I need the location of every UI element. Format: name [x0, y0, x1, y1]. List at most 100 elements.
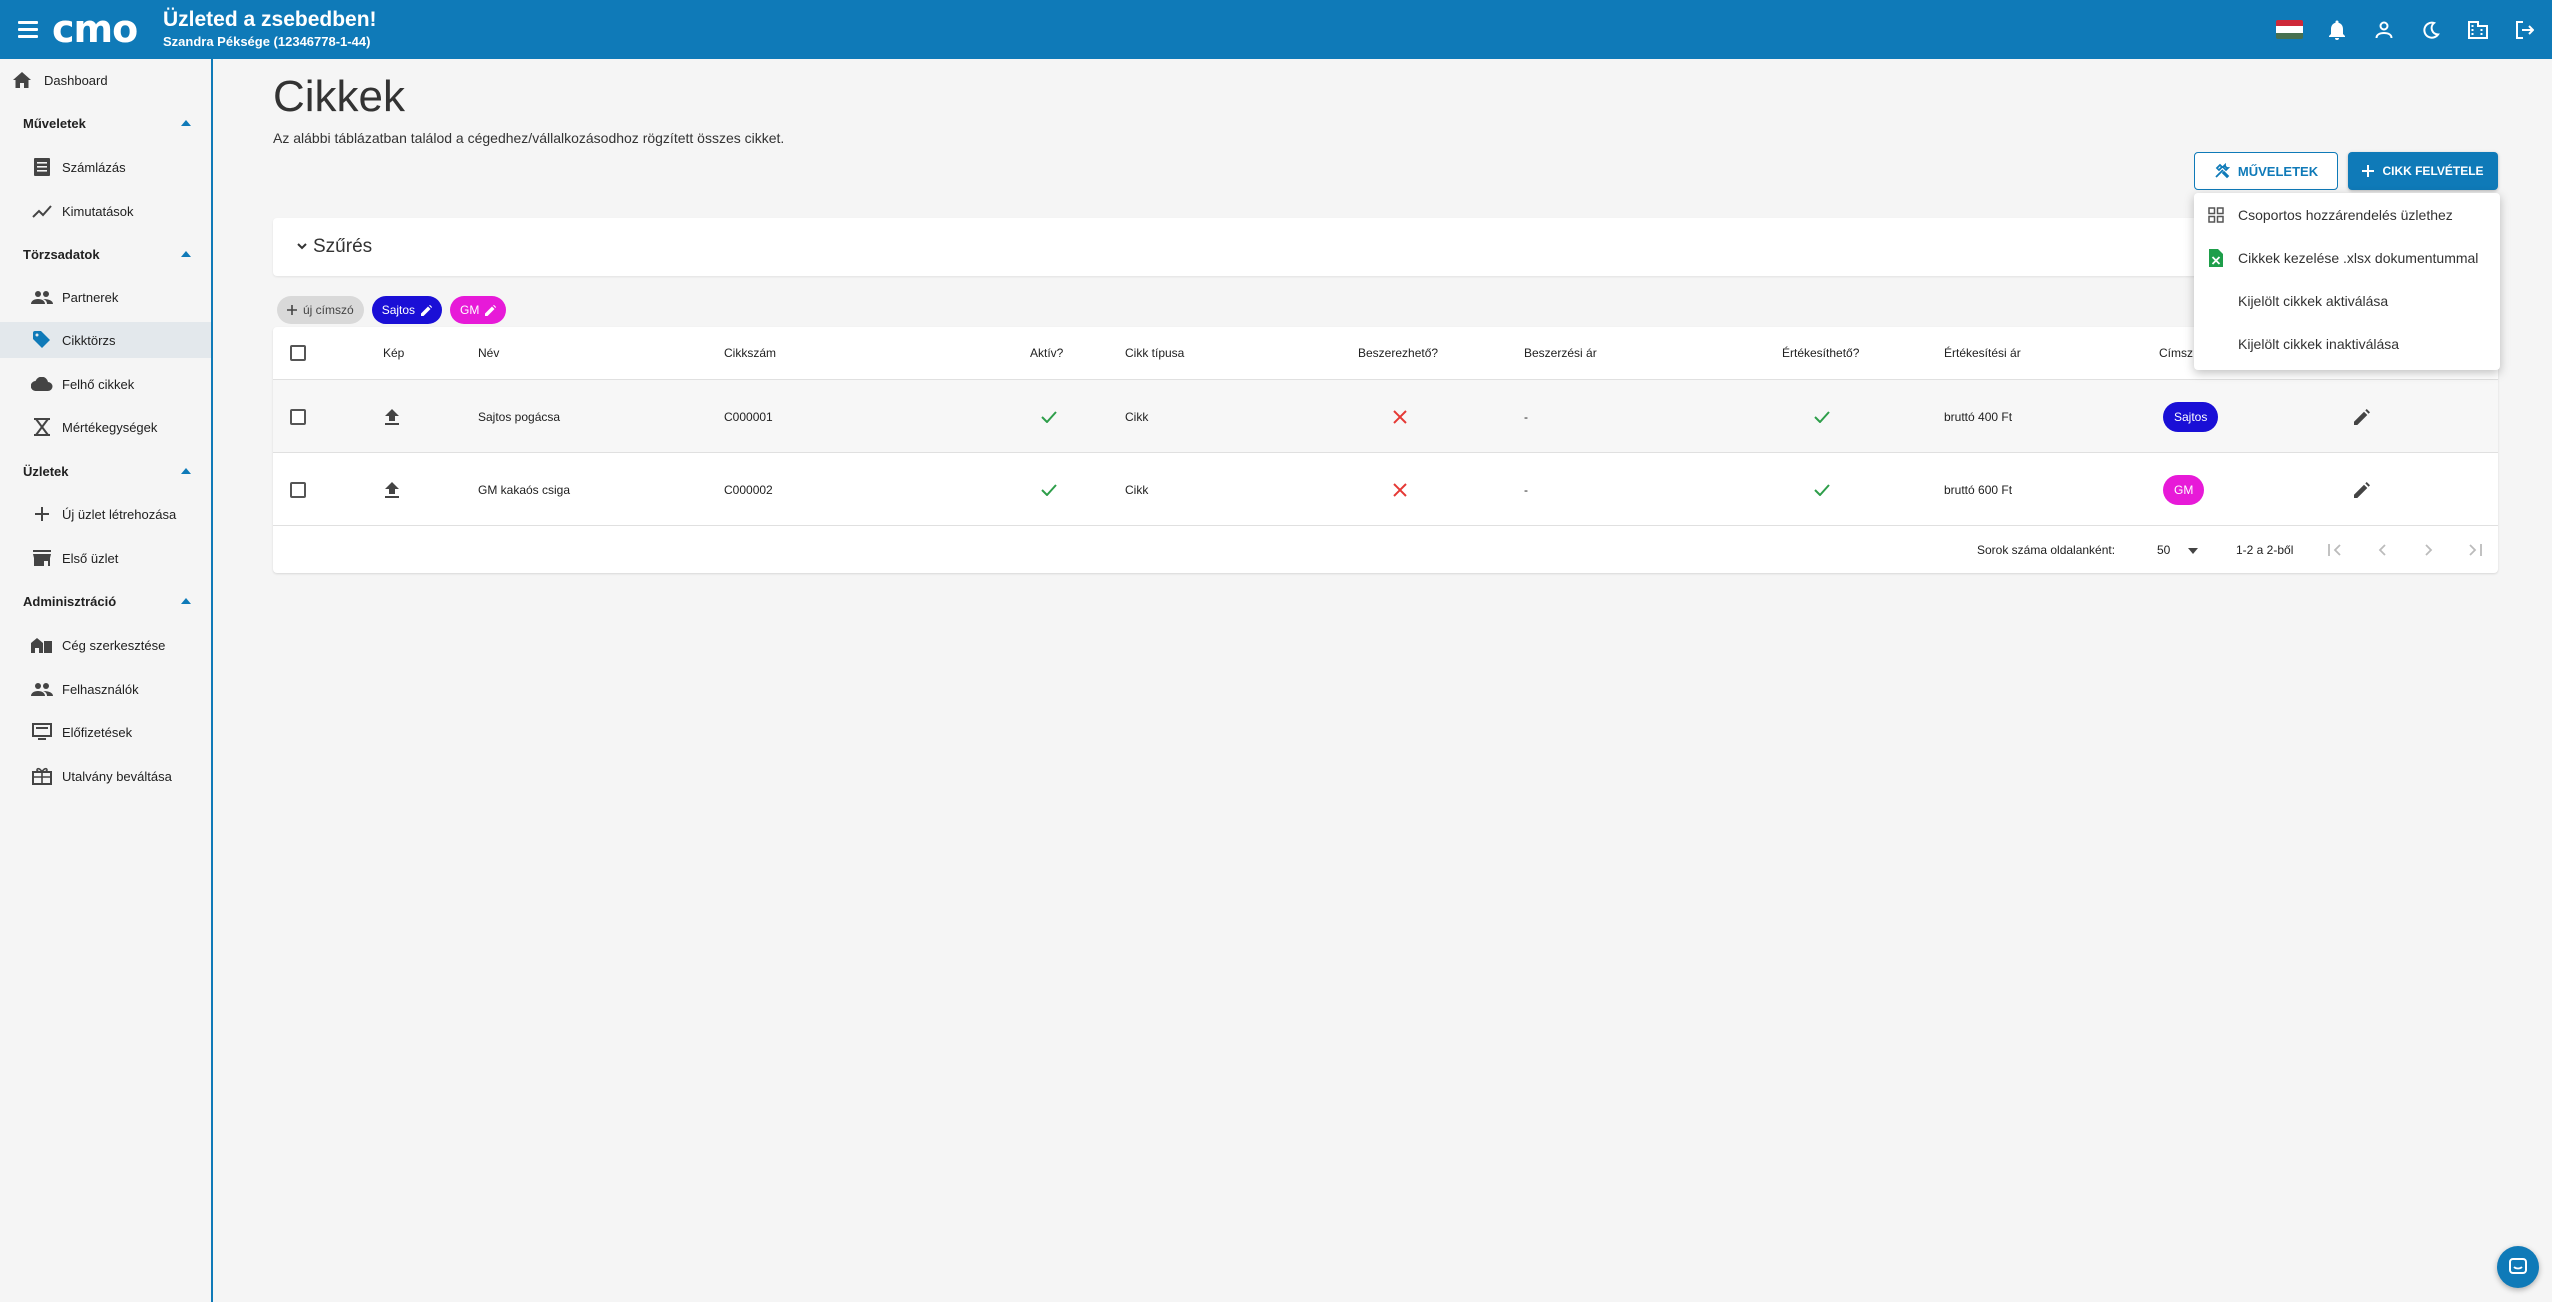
top-actions	[2276, 16, 2538, 43]
users-icon	[30, 677, 54, 701]
sale-price: bruttó 600 Ft	[1944, 482, 2013, 497]
sidebar-section-torzsadatok[interactable]: Törzsadatok	[0, 239, 211, 269]
rows-per-page-label: Sorok száma oldalanként:	[1977, 543, 2116, 557]
edit-pencil-icon[interactable]	[2354, 453, 2370, 526]
column-header-aktiv[interactable]: Aktív?	[1030, 327, 1063, 379]
muveletek-dropdown-menu: Csoportos hozzárendelés üzlethez Cikkek …	[2194, 193, 2500, 370]
logout-icon[interactable]	[2511, 16, 2538, 43]
cross-icon	[1393, 380, 1407, 453]
select-all-checkbox[interactable]	[290, 345, 306, 361]
tools-icon	[2215, 163, 2230, 179]
upload-image-icon[interactable]	[385, 453, 399, 526]
sidebar-item-partnerek[interactable]: Partnerek	[0, 279, 211, 315]
column-header-cikkszam[interactable]: Cikkszám	[724, 327, 776, 379]
sidebar-item-label: Partnerek	[62, 289, 119, 305]
item-type: Cikk	[1125, 482, 1149, 497]
tag-chip-sajtos[interactable]: Sajtos	[371, 296, 443, 324]
store-icon	[30, 546, 54, 570]
pagination-range: 1-2 a 2-ből	[2236, 543, 2294, 557]
column-header-tipus[interactable]: Cikk típusa	[1125, 327, 1184, 379]
people-icon	[30, 285, 54, 309]
sidebar-section-label: Műveletek	[23, 115, 86, 131]
sidebar-section-adminisztracio[interactable]: Adminisztráció	[0, 586, 211, 616]
tag-icon	[30, 328, 54, 352]
grid-icon	[2206, 205, 2226, 225]
hamburger-menu-icon[interactable]	[18, 16, 44, 42]
app-logo[interactable]: cmo	[52, 10, 138, 48]
table-row[interactable]: GM kakaós csiga C000002 Cikk - bruttó 60…	[273, 452, 2498, 525]
edit-pencil-icon[interactable]	[2354, 380, 2370, 453]
invoice-list-icon	[30, 155, 54, 179]
plus-icon	[30, 502, 54, 526]
column-header-beszerezheto[interactable]: Beszerezhető?	[1358, 327, 1438, 379]
sidebar-item-mertekegysegek[interactable]: Mértékegységek	[0, 409, 211, 445]
sidebar-item-dashboard[interactable]: Dashboard	[0, 62, 211, 98]
sidebar-item-label: Számlázás	[62, 159, 126, 175]
sidebar-item-label: Cég szerkesztése	[62, 637, 166, 653]
upload-image-icon[interactable]	[385, 380, 399, 453]
menu-item-xlsx[interactable]: Cikkek kezelése .xlsx dokumentummal	[2194, 236, 2500, 279]
sidebar-item-felho-cikkek[interactable]: Felhő cikkek	[0, 366, 211, 402]
chat-support-button[interactable]	[2497, 1246, 2539, 1288]
sidebar-item-utalvany[interactable]: Utalvány beváltása	[0, 758, 211, 794]
row-tag-badge: GM	[2163, 474, 2205, 505]
sidebar-item-label: Dashboard	[44, 72, 108, 88]
user-profile-icon[interactable]	[2370, 16, 2397, 43]
sidebar-item-uj-uzlet[interactable]: Új üzlet létrehozása	[0, 496, 211, 532]
item-name: Sajtos pogácsa	[478, 409, 561, 424]
voucher-icon	[30, 764, 54, 788]
purchase-price: -	[1524, 482, 1528, 497]
filter-toggle[interactable]: Szűrés	[297, 236, 372, 258]
language-flag-icon[interactable]	[2276, 16, 2303, 43]
sidebar-item-cikktorzs[interactable]: Cikktörzs	[0, 322, 211, 358]
column-header-ertekesitesi-ar[interactable]: Értékesítési ár	[1944, 327, 2021, 379]
previous-page-icon[interactable]	[2370, 538, 2394, 562]
menu-item-deactivate[interactable]: Kijelölt cikkek inaktiválása	[2194, 322, 2500, 365]
dark-mode-moon-icon[interactable]	[2417, 16, 2444, 43]
collapse-caret-icon	[181, 468, 191, 474]
table-row[interactable]: Sajtos pogácsa C000001 Cikk - bruttó 400…	[273, 379, 2498, 452]
table-pagination: Sorok száma oldalanként: 50 1-2 a 2-ből	[273, 525, 2498, 573]
menu-item-activate[interactable]: Kijelölt cikkek aktiválása	[2194, 279, 2500, 322]
sidebar-section-uzletek[interactable]: Üzletek	[0, 456, 211, 486]
cloud-icon	[30, 372, 54, 396]
last-page-icon[interactable]	[2463, 538, 2487, 562]
rows-per-page-select[interactable]: 50	[2157, 526, 2199, 574]
sidebar-item-elso-uzlet[interactable]: Első üzlet	[0, 540, 211, 576]
pencil-edit-icon	[485, 304, 497, 316]
sidebar-item-label: Cikktörzs	[62, 332, 116, 348]
column-header-nev[interactable]: Név	[478, 327, 499, 379]
row-checkbox[interactable]	[290, 408, 306, 425]
sidebar-item-elofizetesek[interactable]: Előfizetések	[0, 714, 211, 750]
add-item-button-label: CIKK FELVÉTELE	[2382, 164, 2484, 178]
sidebar-section-muveletek[interactable]: Műveletek	[0, 108, 211, 138]
sidebar-section-label: Üzletek	[23, 463, 69, 479]
notifications-bell-icon[interactable]	[2323, 16, 2350, 43]
column-header-kep[interactable]: Kép	[383, 327, 404, 379]
next-page-icon[interactable]	[2417, 538, 2441, 562]
sidebar-item-kimutatasok[interactable]: Kimutatások	[0, 193, 211, 229]
menu-item-group-assign[interactable]: Csoportos hozzárendelés üzlethez	[2194, 193, 2500, 236]
row-checkbox[interactable]	[290, 481, 306, 498]
add-item-button[interactable]: CIKK FELVÉTELE	[2348, 152, 2498, 190]
sidebar-section-label: Adminisztráció	[23, 593, 117, 609]
scale-icon	[30, 415, 54, 439]
new-tag-chip[interactable]: új címszó	[277, 296, 364, 324]
tag-chip-gm[interactable]: GM	[450, 296, 507, 324]
first-page-icon[interactable]	[2323, 538, 2347, 562]
plus-icon	[287, 305, 297, 315]
column-header-cimszo[interactable]: Címsz	[2159, 327, 2193, 379]
muveletek-button[interactable]: MŰVELETEK	[2194, 152, 2338, 190]
sidebar-item-felhasznalok[interactable]: Felhasználók	[0, 671, 211, 707]
muveletek-button-label: MŰVELETEK	[2237, 163, 2319, 179]
company-building-icon[interactable]	[2464, 16, 2491, 43]
sidebar-item-label: Mértékegységek	[62, 419, 158, 435]
sidebar-item-szamlazas[interactable]: Számlázás	[0, 149, 211, 185]
item-number: C000002	[724, 482, 773, 497]
sidebar: Dashboard Műveletek Számlázás Kimutatáso…	[0, 59, 213, 1302]
sidebar-item-label: Kimutatások	[62, 203, 134, 219]
column-header-beszerzesi-ar[interactable]: Beszerzési ár	[1524, 327, 1597, 379]
column-header-ertekesitheto[interactable]: Értékesíthető?	[1782, 327, 1859, 379]
sidebar-item-ceg-szerkesztese[interactable]: Cég szerkesztése	[0, 627, 211, 663]
items-table: Kép Név Cikkszám Aktív? Cikk típusa Besz…	[273, 327, 2498, 573]
